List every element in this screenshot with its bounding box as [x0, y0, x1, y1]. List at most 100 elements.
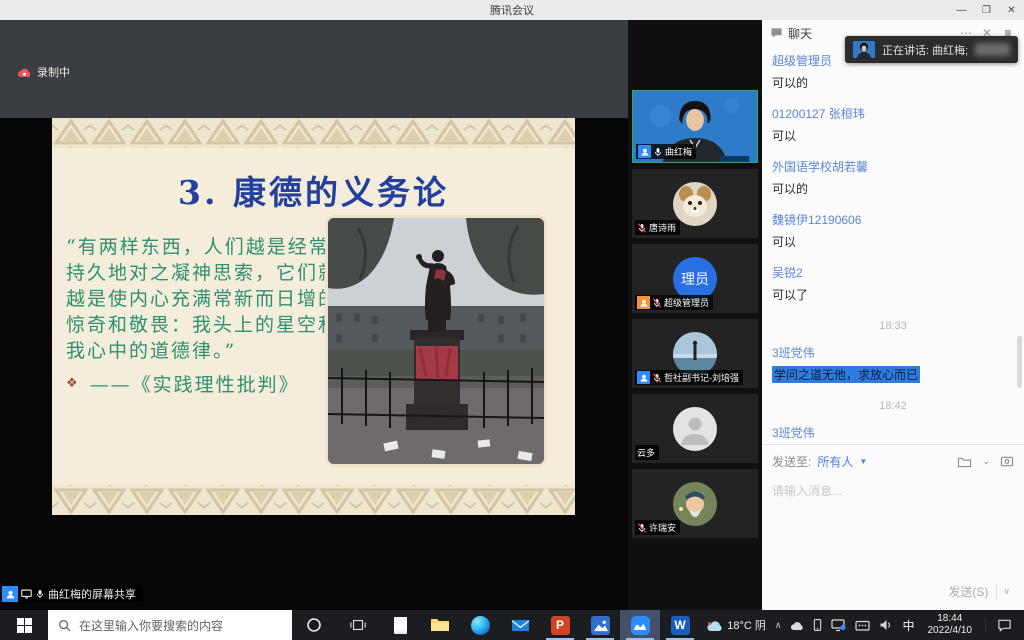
meeting-toolbar: 录制中	[0, 20, 628, 118]
chevron-down-icon[interactable]: ▼	[859, 457, 867, 466]
powerpoint-icon: P	[551, 616, 570, 635]
phone-link-icon[interactable]	[813, 618, 822, 632]
close-button[interactable]: ✕	[999, 0, 1024, 20]
notepad-icon	[394, 617, 407, 634]
participant-strip: 曲红梅 唐诗雨理员 超级管理员 哲社副书记-刘培强 云多 许瑞安	[628, 20, 762, 610]
blurred-names	[975, 43, 1010, 56]
file-explorer-icon	[430, 617, 450, 633]
participant-name: 超级管理员	[664, 296, 709, 309]
participant-tile[interactable]: 许瑞安	[632, 469, 758, 538]
restore-button[interactable]: ❐	[974, 0, 999, 20]
speaker-icon[interactable]	[879, 619, 893, 631]
taskbar-app-tencent-meeting[interactable]	[620, 610, 660, 640]
start-button[interactable]	[0, 610, 48, 640]
citation-text: ——《实践理性批判》	[90, 370, 300, 397]
clock-time: 18:44	[928, 613, 973, 625]
chat-input[interactable]: 请输入消息...	[772, 482, 1014, 499]
chat-message-text: 可以的	[772, 182, 808, 196]
taskbar-app-file-explorer[interactable]	[420, 610, 460, 640]
chevron-down-icon[interactable]: ⌄	[982, 456, 990, 467]
default-avatar	[673, 407, 717, 451]
taskbar-app-powerpoint[interactable]: P	[540, 610, 580, 640]
action-center-icon	[997, 618, 1012, 632]
edge-icon	[471, 616, 490, 635]
screen-icon	[21, 589, 32, 599]
chat-sender-name: 3班党伟	[772, 424, 1014, 441]
chat-sender-name: 外国语学校胡若馨	[772, 158, 1014, 175]
taskbar-app-mail[interactable]	[500, 610, 540, 640]
participant-label: 唐诗雨	[635, 220, 680, 235]
search-icon	[58, 619, 71, 632]
chat-sender-name: 01200127 张桓玮	[772, 105, 1014, 122]
cloud-recording-icon	[16, 66, 31, 79]
task-view-button[interactable]	[336, 610, 380, 640]
send-button[interactable]: 发送(S)	[940, 581, 996, 602]
send-options-chevron[interactable]: ∨	[996, 584, 1016, 599]
participant-tile[interactable]: 云多	[632, 394, 758, 463]
participant-tile[interactable]: 哲社副书记-刘培强	[632, 319, 758, 388]
participant-tile[interactable]: 唐诗雨	[632, 169, 758, 238]
chat-message: 外国语学校胡若馨可以的	[772, 158, 1014, 198]
participant-tile[interactable]: 理员 超级管理员	[632, 244, 758, 313]
system-tray: 18°C 阴 ∧ 中	[706, 610, 1024, 640]
hidden-icons-chevron[interactable]: ∧	[775, 620, 782, 631]
mic-icon	[35, 589, 45, 599]
mic-muted-icon	[637, 523, 647, 533]
slide-border-pattern	[52, 485, 575, 515]
weather-cloud-icon	[706, 619, 723, 632]
screenshot-icon[interactable]	[1000, 455, 1014, 468]
taskbar-app-word[interactable]: W	[660, 610, 700, 640]
member-icon	[637, 296, 650, 309]
window-title: 腾讯会议	[490, 2, 534, 18]
presentation-slide: 3. 康德的义务论 “有两样东西，人们越是经常 持久地对之凝神思索，它们就 越是…	[52, 118, 575, 515]
chat-timestamp: 18:42	[772, 400, 1014, 412]
participant-label: 超级管理员	[635, 295, 713, 310]
speaking-toast: 正在讲话: 曲红梅;	[845, 36, 1018, 63]
participant-label: 许瑞安	[635, 520, 680, 535]
participant-tile[interactable]: 曲红梅	[632, 90, 758, 163]
participant-name: 许瑞安	[649, 521, 676, 534]
taskbar-app-photos[interactable]	[580, 610, 620, 640]
slide-border-pattern	[52, 118, 575, 148]
taskbar-app-notepad[interactable]	[380, 610, 420, 640]
chat-scrollbar[interactable]	[1017, 336, 1022, 388]
mic-icon	[653, 147, 663, 157]
ime-language-indicator[interactable]: 中	[902, 617, 914, 634]
dog-avatar	[673, 182, 717, 226]
action-center-button[interactable]	[985, 618, 1022, 632]
diamond-bullet-icon: ❖	[66, 376, 80, 391]
cartoon-avatar	[673, 482, 717, 526]
window-titlebar: 腾讯会议 — ❐ ✕	[0, 0, 1024, 20]
minimize-button[interactable]: —	[949, 0, 974, 20]
chat-sender-name: 3班党伟	[772, 344, 1014, 361]
display-icon[interactable]	[831, 618, 846, 632]
onedrive-icon[interactable]	[790, 620, 804, 631]
chat-message: 吴锐2可以了	[772, 264, 1014, 304]
member-icon	[638, 145, 651, 158]
share-label-text: 曲红梅的屏幕共享	[48, 586, 136, 602]
member-icon	[637, 371, 650, 384]
send-to-select[interactable]: 所有人	[817, 453, 853, 470]
participant-name: 唐诗雨	[649, 221, 676, 234]
chat-message-text: 可以的	[772, 76, 808, 90]
participant-label: 云多	[635, 445, 659, 460]
slide-title: 3. 康德的义务论	[52, 166, 575, 214]
ime-toolbar-icon[interactable]	[855, 619, 870, 632]
weather-widget[interactable]: 18°C 阴	[706, 617, 766, 633]
participant-name: 云多	[637, 446, 655, 459]
taskbar-app-edge[interactable]	[460, 610, 500, 640]
screen-share-area: 3. 康德的义务论 “有两样东西，人们越是经常 持久地对之凝神思索，它们就 越是…	[0, 118, 628, 610]
taskbar: 在这里输入你要搜索的内容	[0, 610, 1024, 640]
participant-label: 曲红梅	[636, 144, 696, 159]
tencent-meeting-icon	[631, 616, 650, 635]
taskbar-search-input[interactable]: 在这里输入你要搜索的内容	[48, 610, 292, 640]
chat-footer: 发送至: 所有人 ▼ ⌄ 请输入消息... 发送(S) ∨	[762, 444, 1024, 610]
chat-sender-name: 魏镜伊12190606	[772, 211, 1014, 228]
chat-panel: 聊天 ⋯ ✕ ≡ 超级管理员可以的01200127 张桓玮可以外国语学校胡若馨可…	[762, 20, 1024, 610]
participant-label: 哲社副书记-刘培强	[635, 370, 743, 385]
participant-name: 曲红梅	[665, 145, 692, 158]
chat-message: 3班党伟学问之道无他，求放心而已	[772, 344, 1014, 384]
cortana-button[interactable]	[292, 610, 336, 640]
taskbar-clock[interactable]: 18:44 2022/4/10	[924, 613, 977, 637]
send-file-icon[interactable]	[957, 455, 972, 468]
